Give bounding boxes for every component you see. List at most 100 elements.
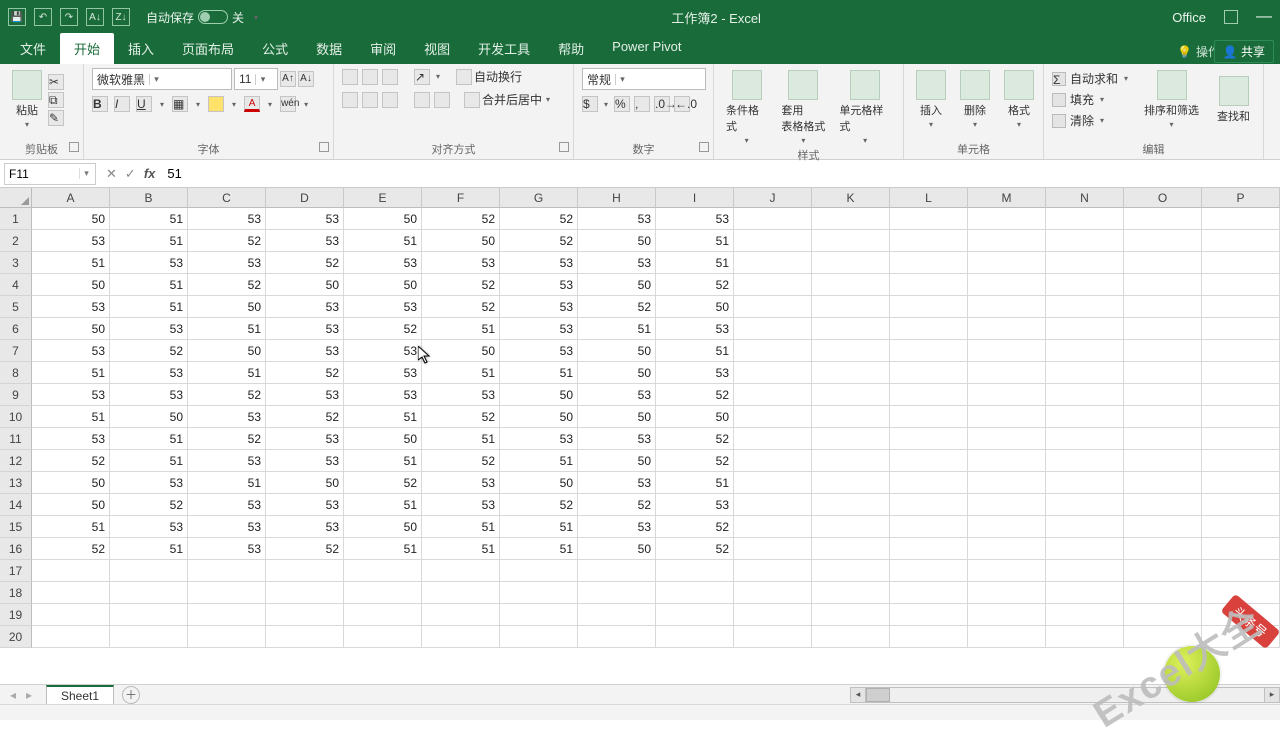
toggle-icon[interactable] <box>198 10 228 24</box>
fx-icon[interactable]: fx <box>144 166 156 181</box>
cell[interactable]: 51 <box>656 252 734 274</box>
cell[interactable]: 53 <box>656 208 734 230</box>
cell[interactable]: 53 <box>344 340 422 362</box>
cell[interactable]: 52 <box>656 516 734 538</box>
align-bottom-icon[interactable] <box>382 69 398 85</box>
cell[interactable]: 51 <box>110 208 188 230</box>
cell[interactable]: 50 <box>344 428 422 450</box>
cell[interactable] <box>1046 296 1124 318</box>
cell[interactable]: 53 <box>344 384 422 406</box>
cell[interactable]: 52 <box>578 494 656 516</box>
cell[interactable]: 50 <box>32 274 110 296</box>
cell[interactable] <box>812 230 890 252</box>
chevron-down-icon[interactable]: ▾ <box>602 100 610 109</box>
cell[interactable]: 53 <box>578 252 656 274</box>
cell[interactable] <box>32 560 110 582</box>
cell[interactable] <box>1046 626 1124 648</box>
cell[interactable]: 52 <box>422 208 500 230</box>
cell[interactable] <box>734 274 812 296</box>
row-header[interactable]: 15 <box>0 516 32 538</box>
chevron-down-icon[interactable]: ▾ <box>25 120 29 129</box>
cell[interactable] <box>1046 560 1124 582</box>
formula-input[interactable] <box>161 166 1280 181</box>
row-header[interactable]: 8 <box>0 362 32 384</box>
cell[interactable]: 52 <box>344 472 422 494</box>
autosave-toggle[interactable]: 自动保存 关 <box>146 9 244 26</box>
column-header[interactable]: M <box>968 188 1046 208</box>
cell[interactable]: 51 <box>578 318 656 340</box>
chevron-down-icon[interactable]: ▾ <box>302 100 310 109</box>
chevron-down-icon[interactable]: ▾ <box>230 100 238 109</box>
tab-文件[interactable]: 文件 <box>6 33 60 64</box>
cell[interactable]: 50 <box>656 296 734 318</box>
cell[interactable] <box>578 626 656 648</box>
cell[interactable]: 51 <box>344 230 422 252</box>
row-header[interactable]: 13 <box>0 472 32 494</box>
cell[interactable]: 51 <box>32 362 110 384</box>
chevron-down-icon[interactable]: ▾ <box>255 74 269 85</box>
qat-customize-icon[interactable]: ▾ <box>252 13 260 22</box>
cell[interactable]: 52 <box>656 538 734 560</box>
name-box[interactable]: ▾ <box>4 163 96 185</box>
cell[interactable] <box>1124 252 1202 274</box>
row-header[interactable]: 19 <box>0 604 32 626</box>
cell[interactable]: 50 <box>578 230 656 252</box>
cell[interactable] <box>1046 494 1124 516</box>
cell[interactable] <box>968 472 1046 494</box>
cell[interactable]: 53 <box>656 318 734 340</box>
cell[interactable]: 53 <box>110 362 188 384</box>
cell[interactable] <box>1202 340 1280 362</box>
cell[interactable]: 53 <box>266 494 344 516</box>
dialog-launcher-icon[interactable] <box>559 142 569 152</box>
cell[interactable] <box>1046 538 1124 560</box>
minimize-icon[interactable]: — <box>1256 8 1272 26</box>
share-button[interactable]: 👤 共享 <box>1214 40 1274 63</box>
cell[interactable] <box>890 252 968 274</box>
cell[interactable] <box>968 208 1046 230</box>
decrease-decimal-icon[interactable]: ←.0 <box>674 96 690 112</box>
cell[interactable]: 52 <box>188 384 266 406</box>
cell[interactable] <box>500 582 578 604</box>
cell[interactable] <box>734 296 812 318</box>
cell[interactable] <box>890 450 968 472</box>
cell[interactable] <box>1202 516 1280 538</box>
cell[interactable]: 53 <box>422 494 500 516</box>
cell[interactable]: 53 <box>500 274 578 296</box>
chevron-down-icon[interactable]: ▾ <box>801 136 805 145</box>
column-header[interactable]: O <box>1124 188 1202 208</box>
cell[interactable]: 50 <box>578 362 656 384</box>
row-header[interactable]: 2 <box>0 230 32 252</box>
cell[interactable]: 53 <box>500 340 578 362</box>
redo-icon[interactable]: ↷ <box>60 8 78 26</box>
row-headers[interactable]: 1234567891011121314151617181920 <box>0 208 32 648</box>
cell[interactable]: 52 <box>266 362 344 384</box>
tab-视图[interactable]: 视图 <box>410 33 464 64</box>
cell[interactable] <box>1202 208 1280 230</box>
cell[interactable] <box>890 274 968 296</box>
cell[interactable]: 51 <box>656 472 734 494</box>
chevron-down-icon[interactable]: ▾ <box>863 136 867 145</box>
cell[interactable] <box>1202 362 1280 384</box>
cell[interactable]: 53 <box>110 516 188 538</box>
sort-desc-icon[interactable]: Z↓ <box>112 8 130 26</box>
cell[interactable]: 51 <box>110 274 188 296</box>
cell[interactable] <box>734 538 812 560</box>
cell[interactable] <box>1202 560 1280 582</box>
cell[interactable]: 50 <box>344 208 422 230</box>
cell[interactable]: 52 <box>656 428 734 450</box>
cell[interactable] <box>968 296 1046 318</box>
chevron-down-icon[interactable]: ▾ <box>1122 74 1130 83</box>
cell[interactable] <box>1046 274 1124 296</box>
cell[interactable] <box>812 582 890 604</box>
cell[interactable]: 53 <box>578 472 656 494</box>
font-color-icon[interactable]: A <box>244 96 260 112</box>
cell[interactable] <box>812 604 890 626</box>
add-sheet-button[interactable]: ＋ <box>122 686 140 704</box>
cell[interactable] <box>890 340 968 362</box>
font-name-dropdown[interactable]: 微软雅黑 ▾ <box>92 68 232 90</box>
row-header[interactable]: 3 <box>0 252 32 274</box>
merge-center-button[interactable]: 合并后居中 ▾ <box>464 91 552 108</box>
cell[interactable] <box>890 230 968 252</box>
sheet-nav[interactable]: ◂ ▸ <box>0 688 42 702</box>
cell[interactable]: 53 <box>266 516 344 538</box>
